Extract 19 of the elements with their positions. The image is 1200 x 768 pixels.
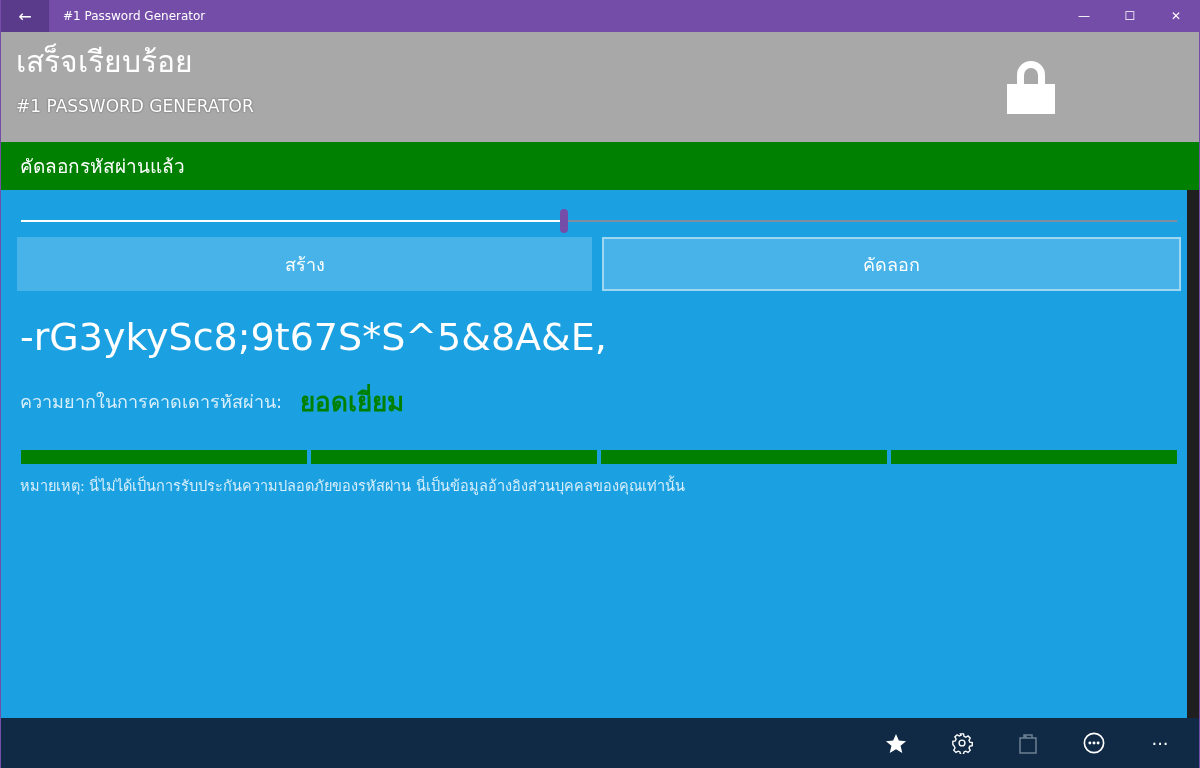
status-heading: เสร็จเรียบร้อย xyxy=(16,42,194,81)
lock-icon xyxy=(1007,58,1055,114)
window-title: #1 Password Generator xyxy=(63,9,207,23)
length-slider[interactable] xyxy=(21,209,1177,233)
strength-label: ความยากในการคาดเดารหัสผ่าน: xyxy=(20,390,283,414)
back-button[interactable]: ← xyxy=(1,0,49,32)
app-name: #1 PASSWORD GENERATOR xyxy=(16,96,254,116)
close-button[interactable]: ✕ xyxy=(1153,0,1199,32)
scrollbar[interactable] xyxy=(1187,190,1199,718)
more-icon[interactable] xyxy=(1083,732,1105,754)
more-options-button[interactable]: ··· xyxy=(1151,732,1169,754)
notification-banner: คัดลอกรหัสผ่านแล้ว xyxy=(1,142,1199,190)
star-icon[interactable] xyxy=(885,732,907,754)
settings-icon[interactable] xyxy=(951,732,973,754)
maximize-button[interactable]: ☐ xyxy=(1107,0,1153,32)
password-text: -rG3ykySc8;9t67S*S^5&8A&E, xyxy=(19,314,608,361)
minimize-button[interactable]: — xyxy=(1061,0,1107,32)
disclaimer-note: หมายเหตุ: นี่ไม่ได้เป็นการรับประกันความปลอดภัยของรหัสผ่าน นี่เป็นข้อมูลอ้างอิงส่วนบุคคลของคุณเท่านั้น xyxy=(17,474,1181,497)
strength-value: ยอดเยี่ยม xyxy=(300,381,405,422)
